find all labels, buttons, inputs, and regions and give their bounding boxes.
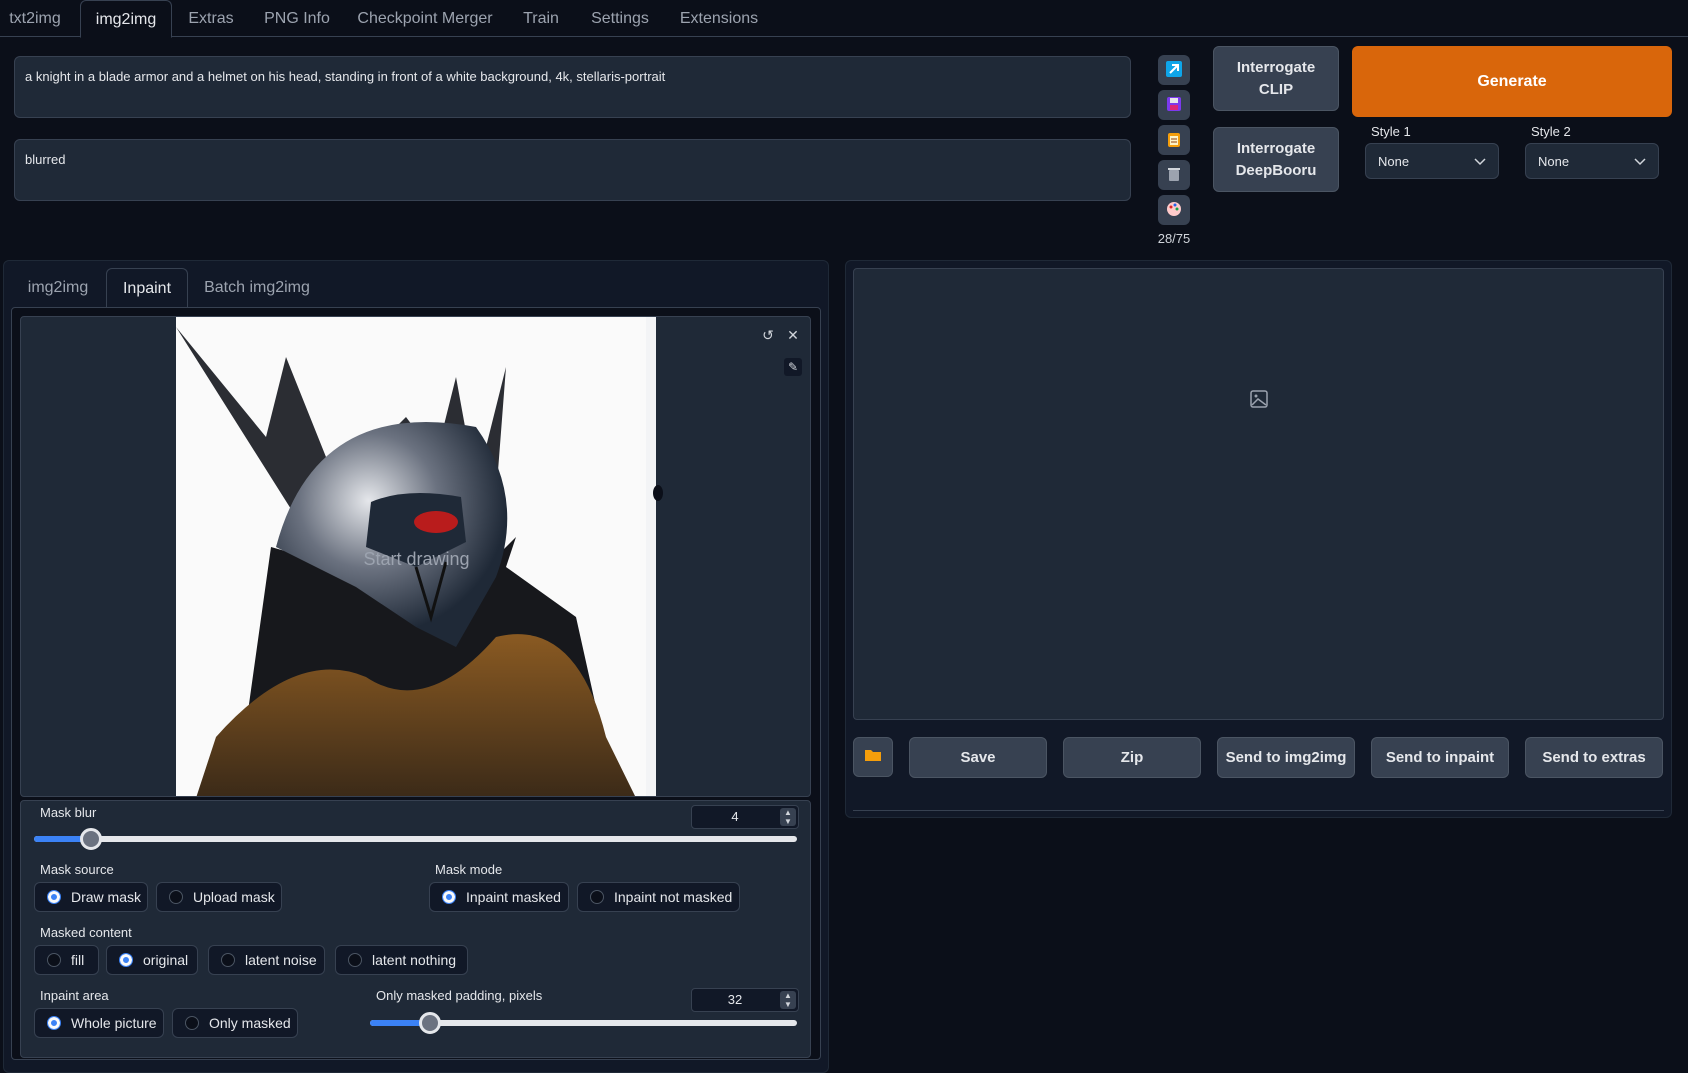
trash-icon [1166, 166, 1182, 185]
radio-upload-mask[interactable]: Upload mask [156, 882, 282, 912]
arrow-icon [1166, 60, 1182, 80]
radio-label: latent noise [245, 952, 317, 968]
subtab-inpaint[interactable]: Inpaint [106, 268, 188, 308]
clear-prompt-button[interactable] [1158, 160, 1190, 190]
style2-label: Style 2 [1531, 124, 1571, 139]
folder-icon [864, 748, 882, 766]
radio-latent-noise[interactable]: latent noise [208, 945, 325, 975]
radio-dot [169, 890, 183, 904]
floppy-disk-icon [1166, 96, 1182, 115]
radio-label: original [143, 952, 189, 968]
radio-dot [590, 890, 604, 904]
radio-label: latent nothing [372, 952, 457, 968]
mask-mode-label: Mask mode [435, 862, 503, 877]
send-to-img2img-button[interactable]: Send to img2img [1217, 737, 1355, 778]
interrogate-clip-button[interactable]: Interrogate CLIP [1213, 46, 1339, 111]
style1-value: None [1378, 153, 1410, 169]
radio-original[interactable]: original [106, 945, 198, 975]
padding-thumb[interactable] [419, 1012, 441, 1034]
tab-png-info[interactable]: PNG Info [254, 0, 340, 37]
save-style-button[interactable] [1158, 90, 1190, 120]
tab-train[interactable]: Train [510, 0, 572, 37]
padding-value: 32 [727, 992, 743, 1007]
mask-blur-thumb[interactable] [80, 828, 102, 850]
spinner-icon[interactable]: ▲ ▼ [780, 991, 796, 1009]
apply-style-button[interactable] [1158, 125, 1190, 155]
image-placeholder-icon [1250, 390, 1268, 411]
radio-draw-mask[interactable]: Draw mask [34, 882, 148, 912]
tab-extensions[interactable]: Extensions [672, 0, 766, 37]
radio-latent-nothing[interactable]: latent nothing [335, 945, 468, 975]
canvas-placeholder: Start drawing [363, 549, 470, 569]
masked-content-label: Masked content [40, 925, 132, 940]
tab-txt2img[interactable]: txt2img [0, 0, 70, 37]
radio-label: Only masked [209, 1015, 291, 1031]
canvas-resize-handle[interactable] [653, 485, 663, 501]
zip-button[interactable]: Zip [1063, 737, 1201, 778]
main-tab-bar: txt2img img2img Extras PNG Info Checkpoi… [0, 0, 1688, 38]
radio-only-masked[interactable]: Only masked [172, 1008, 298, 1038]
radio-inpaint-masked[interactable]: Inpaint masked [429, 882, 569, 912]
inpaint-area-label: Inpaint area [40, 988, 109, 1003]
extra-networks-button[interactable] [1158, 195, 1190, 225]
mask-blur-slider[interactable] [34, 828, 797, 850]
mask-blur-number[interactable]: 4 ▲ ▼ [691, 805, 799, 829]
spinner-icon[interactable]: ▲ ▼ [780, 808, 796, 826]
chevron-down-icon [1634, 154, 1646, 169]
radio-fill[interactable]: fill [34, 945, 99, 975]
inpaint-canvas[interactable]: Start drawing ↺ ✕ ✎ [20, 316, 811, 797]
tab-img2img[interactable]: img2img [80, 0, 172, 38]
radio-dot [119, 953, 133, 967]
output-gallery [853, 268, 1664, 720]
radio-dot [348, 953, 362, 967]
radio-dot [442, 890, 456, 904]
close-icon[interactable]: ✕ [784, 326, 802, 344]
clipboard-icon [1166, 131, 1182, 150]
radio-label: Inpaint masked [466, 889, 561, 905]
radio-dot [47, 1016, 61, 1030]
radio-label: fill [71, 952, 85, 968]
tab-checkpoint-merger[interactable]: Checkpoint Merger [350, 0, 500, 37]
padding-slider[interactable] [370, 1012, 797, 1034]
radio-label: Upload mask [193, 889, 275, 905]
save-button[interactable]: Save [909, 737, 1047, 778]
radio-dot [47, 890, 61, 904]
paste-button[interactable] [1158, 55, 1190, 85]
mask-blur-label: Mask blur [40, 805, 97, 820]
tab-settings[interactable]: Settings [580, 0, 660, 37]
style2-dropdown[interactable]: None [1525, 143, 1659, 179]
radio-dot [221, 953, 235, 967]
padding-label: Only masked padding, pixels [376, 988, 543, 1003]
radio-inpaint-not-masked[interactable]: Inpaint not masked [577, 882, 740, 912]
mask-source-label: Mask source [40, 862, 114, 877]
subtab-batch-img2img[interactable]: Batch img2img [196, 268, 318, 308]
prompt-input[interactable]: a knight in a blade armor and a helmet o… [14, 56, 1131, 118]
chevron-down-icon [1474, 154, 1486, 169]
divider [853, 810, 1664, 811]
radio-dot [185, 1016, 199, 1030]
subtab-img2img[interactable]: img2img [12, 268, 104, 308]
style1-dropdown[interactable]: None [1365, 143, 1499, 179]
tab-extras[interactable]: Extras [176, 0, 246, 37]
padding-number[interactable]: 32 ▲ ▼ [691, 988, 799, 1012]
radio-whole-picture[interactable]: Whole picture [34, 1008, 164, 1038]
style2-value: None [1538, 153, 1570, 169]
token-counter: 28/75 [1157, 231, 1191, 246]
radio-label: Whole picture [71, 1015, 157, 1031]
style1-label: Style 1 [1371, 124, 1411, 139]
radio-label: Inpaint not masked [614, 889, 733, 905]
brush-icon[interactable]: ✎ [784, 358, 802, 376]
open-folder-button[interactable] [853, 737, 893, 777]
radio-dot [47, 953, 61, 967]
send-to-extras-button[interactable]: Send to extras [1525, 737, 1663, 778]
send-to-inpaint-button[interactable]: Send to inpaint [1371, 737, 1509, 778]
negative-prompt-input[interactable]: blurred [14, 139, 1131, 201]
generate-button[interactable]: Generate [1352, 46, 1672, 117]
palette-icon [1166, 201, 1182, 220]
undo-icon[interactable]: ↺ [759, 326, 777, 344]
radio-label: Draw mask [71, 889, 142, 905]
mask-blur-value: 4 [731, 809, 739, 824]
interrogate-deepbooru-button[interactable]: Interrogate DeepBooru [1213, 127, 1339, 192]
